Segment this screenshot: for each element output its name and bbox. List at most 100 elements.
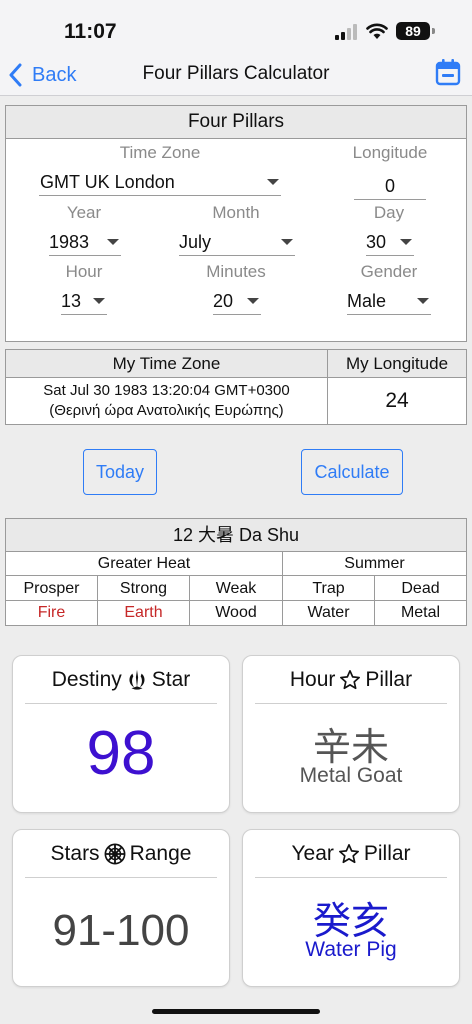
longitude-label: Longitude	[352, 143, 428, 162]
gender-field: Gender	[346, 262, 432, 282]
group-summer: Summer	[283, 552, 466, 576]
card-divider	[255, 877, 447, 878]
my-timezone-cell: Sat Jul 30 1983 13:20:04 GMT+0300 (Θεριν…	[6, 378, 328, 424]
solar-term-table: 12 大暑 Da Shu Greater Heat Summer Prosper…	[5, 518, 467, 626]
destiny-star-card[interactable]: Destiny Star 98	[12, 655, 230, 813]
calculate-button[interactable]: Calculate	[301, 449, 403, 495]
chevron-down-icon	[281, 239, 293, 245]
star-label: Star	[151, 668, 191, 691]
hour-value: 13	[61, 291, 82, 311]
header-strong: Strong	[98, 576, 190, 601]
wifi-icon	[366, 23, 388, 39]
pillar-label: Pillar	[365, 668, 413, 691]
minutes-label: Minutes	[206, 262, 266, 281]
timezone-select[interactable]: GMT UK London	[39, 168, 281, 196]
my-timezone-header: My Time Zone	[6, 350, 328, 378]
card-divider	[25, 877, 217, 878]
card-divider	[25, 703, 217, 704]
year-field: Year	[44, 203, 124, 223]
four-pillars-panel: Four Pillars Time Zone GMT UK London Lon…	[5, 105, 467, 342]
value-strong: Earth	[98, 601, 190, 625]
my-longitude-value: 24	[385, 389, 409, 412]
four-pillars-title: Four Pillars	[6, 106, 466, 139]
stars-range-card[interactable]: Stars Range 91-100	[12, 829, 230, 987]
header-weak: Weak	[190, 576, 283, 601]
year-pillar-title: Year Pillar	[243, 842, 459, 866]
battery-icon: 89	[396, 22, 430, 40]
stars-range-title: Stars Range	[13, 842, 229, 866]
hour-pillar-chinese: 辛未	[312, 727, 389, 769]
chevron-down-icon	[93, 298, 105, 304]
hour-select[interactable]: 13	[61, 287, 107, 315]
value-dead: Metal	[400, 604, 441, 621]
pillar-label: Pillar	[363, 842, 411, 865]
star-outline-icon	[338, 844, 359, 864]
today-button[interactable]: Today	[83, 449, 157, 495]
home-indicator[interactable]	[152, 1009, 320, 1014]
destiny-label: Destiny	[51, 668, 122, 691]
month-select[interactable]: July	[179, 228, 295, 256]
gender-value: Male	[347, 291, 387, 311]
hour-pillar-english: Metal Goat	[299, 764, 403, 787]
chevron-down-icon	[267, 179, 279, 185]
day-field: Day	[356, 203, 422, 223]
my-timezone-table: My Time Zone My Longitude Sat Jul 30 198…	[5, 349, 467, 425]
month-label: Month	[212, 203, 260, 222]
header-trap: Trap	[283, 576, 375, 601]
my-datetime: Sat Jul 30 1983 13:20:04 GMT+0300	[43, 382, 290, 399]
my-longitude-header: My Longitude	[328, 350, 466, 378]
calendar-icon[interactable]	[435, 58, 461, 86]
hour-field: Hour	[44, 262, 124, 282]
star-outline-icon	[340, 670, 361, 690]
destiny-star-title: Destiny Star	[13, 668, 229, 692]
jedi-order-icon	[129, 669, 145, 690]
my-timezone-name: (Θερινή ώρα Ανατολικής Ευρώπης)	[49, 402, 284, 419]
gender-select[interactable]: Male	[347, 287, 431, 315]
minutes-select[interactable]: 20	[213, 287, 261, 315]
timezone-field: Time Zone	[62, 143, 258, 163]
day-value: 30	[366, 232, 387, 252]
year-pillar-english: Water Pig	[305, 938, 397, 961]
timezone-label: Time Zone	[119, 143, 201, 162]
card-divider	[255, 703, 447, 704]
value-weak: Wood	[190, 601, 283, 625]
month-field: Month	[186, 203, 286, 223]
value-prosper: Fire	[6, 601, 98, 625]
year-label: Year	[66, 203, 102, 222]
status-time: 11:07	[64, 20, 117, 43]
group-greater-heat: Greater Heat	[6, 552, 283, 576]
galactic-empire-icon	[104, 843, 126, 865]
hour-pillar-title: Hour Pillar	[243, 668, 459, 692]
gender-label: Gender	[360, 262, 418, 281]
day-select[interactable]: 30	[366, 228, 414, 256]
header-dead: Dead	[375, 576, 466, 601]
destiny-star-value: 98	[86, 719, 156, 788]
solar-term-title: 12 大暑 Da Shu	[6, 519, 466, 552]
range-label: Range	[129, 842, 192, 865]
chevron-down-icon	[417, 298, 429, 304]
chevron-down-icon	[247, 298, 259, 304]
year-select[interactable]: 1983	[49, 228, 121, 256]
minutes-field: Minutes	[186, 262, 286, 282]
value-trap: Water	[283, 601, 375, 625]
year-label: Year	[291, 842, 334, 865]
longitude-field: Longitude	[336, 143, 444, 163]
year-pillar-chinese: 癸亥	[312, 901, 389, 943]
cellular-signal-icon	[335, 24, 357, 40]
day-label: Day	[373, 203, 405, 222]
year-pillar-card[interactable]: Year Pillar 癸亥 Water Pig	[242, 829, 460, 987]
navigation-bar: Back Four Pillars Calculator	[0, 56, 472, 96]
stars-label: Stars	[50, 842, 100, 865]
minutes-value: 20	[213, 291, 234, 311]
hour-pillar-card[interactable]: Hour Pillar 辛未 Metal Goat	[242, 655, 460, 813]
chevron-down-icon	[107, 239, 119, 245]
year-value: 1983	[49, 232, 90, 252]
battery-tip	[432, 28, 435, 34]
status-bar: 11:07 89	[0, 0, 472, 56]
timezone-value: GMT UK London	[40, 172, 175, 192]
longitude-input[interactable]: 0	[354, 172, 426, 200]
chevron-down-icon	[400, 239, 412, 245]
hour-label: Hour	[65, 262, 103, 281]
stars-range-value: 91-100	[52, 906, 190, 955]
month-value: July	[179, 232, 212, 252]
